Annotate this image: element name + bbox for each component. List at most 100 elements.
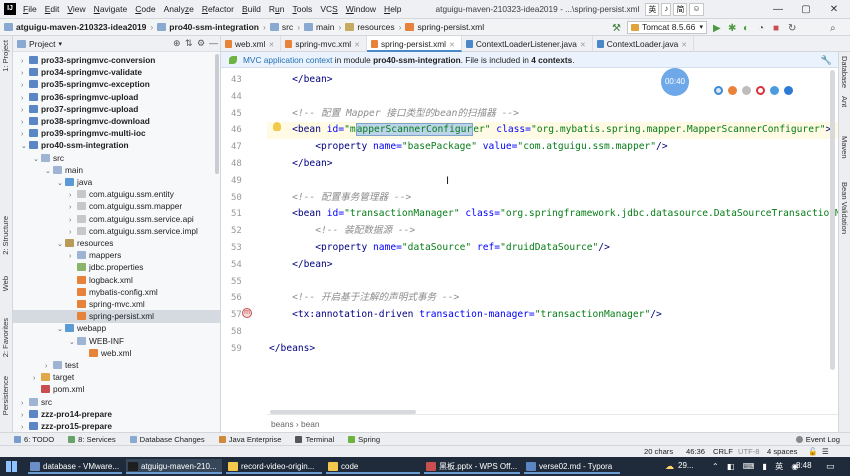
wrench-icon[interactable]: 🔧 [821, 52, 832, 68]
taskbar-item[interactable]: verse02.md - Typora [524, 459, 620, 474]
editor-tab[interactable]: spring-mvc.xml ✕ [281, 36, 367, 52]
locate-icon[interactable]: ⊕ [173, 38, 181, 49]
close-tab-icon[interactable]: ✕ [580, 42, 586, 49]
menu-item-edit[interactable]: Edit [41, 0, 64, 19]
close-button[interactable]: ✕ [820, 0, 848, 19]
right-tool-tab[interactable]: Database [840, 56, 849, 88]
code-line[interactable]: <bean id="mapperScannerConfigurer" class… [267, 122, 838, 140]
run-configuration-select[interactable]: Tomcat 8.5.66 ▾ [627, 21, 707, 34]
code-line[interactable] [267, 274, 269, 291]
firefox-icon[interactable] [728, 86, 737, 95]
code-line[interactable]: <property name="dataSource" ref="druidDa… [267, 240, 610, 257]
update-icon[interactable]: ↻ [788, 21, 796, 36]
tree-item[interactable]: web.xml [13, 347, 220, 360]
tree-item[interactable]: mybatis-config.xml [13, 286, 220, 299]
profile-icon[interactable]: ◔ [758, 21, 764, 36]
menu-item-build[interactable]: Build [238, 0, 265, 19]
tree-item[interactable]: › com.atguigu.ssm.entity [13, 188, 220, 201]
code-line[interactable]: <!-- 配置事务管理器 --> [267, 190, 411, 207]
code-line[interactable]: <!-- 开启基于注解的声明式事务 --> [267, 290, 459, 307]
chevron-right-icon[interactable]: › [21, 422, 29, 432]
status-encoding[interactable]: UTF-8 [738, 446, 760, 457]
code-editor[interactable]: </bean> <!-- 配置 Mapper 接口类型的bean的扫描器 --> <… [267, 68, 838, 414]
ime-button[interactable]: 简 [673, 2, 688, 16]
collapse-all-icon[interactable]: ⇅ [185, 38, 193, 49]
build-hammer-icon[interactable]: ⚒ [612, 21, 621, 36]
tree-item[interactable]: pom.xml [13, 383, 220, 396]
intention-bulb-icon[interactable] [273, 122, 281, 131]
project-view-select[interactable]: Project [29, 39, 55, 49]
git-icon[interactable]: ☰ [822, 446, 829, 457]
chrome-icon[interactable] [714, 86, 723, 95]
ime-button[interactable]: ♪ [661, 2, 672, 16]
minimize-button[interactable]: — [764, 0, 792, 19]
nav-crumb[interactable]: pro40-ssm-integration [157, 22, 259, 32]
close-tab-icon[interactable]: ✕ [268, 42, 274, 49]
code-line[interactable] [267, 173, 269, 190]
tree-scrollbar[interactable] [215, 54, 219, 174]
right-tool-tab[interactable]: Ant [840, 96, 849, 107]
left-tool-tab[interactable]: Persistence [1, 376, 10, 415]
code-line[interactable]: <property name="basePackage" value="com.… [267, 139, 667, 156]
taskbar-item[interactable]: 黑板.pptx - WPS Off... [424, 459, 520, 474]
tree-item[interactable]: ⌄ WEB-INF [13, 335, 220, 348]
tree-item[interactable]: ⌄ resources [13, 237, 220, 250]
search-everywhere-icon[interactable]: ⌕ [830, 21, 836, 36]
menu-item-code[interactable]: Code [131, 0, 159, 19]
safari-icon[interactable] [742, 86, 751, 95]
weather-text[interactable]: 29... [678, 461, 694, 470]
menu-item-refactor[interactable]: Refactor [198, 0, 238, 19]
tree-item[interactable]: › target [13, 371, 220, 384]
notification-icon[interactable]: ▭ [826, 461, 835, 472]
tool-tab[interactable]: 8: Services [68, 435, 116, 444]
code-line[interactable]: </bean> [267, 156, 332, 173]
chevron-down-icon[interactable]: ▾ [58, 40, 62, 48]
code-line[interactable]: <!-- 配置 Mapper 接口类型的bean的扫描器 --> [267, 106, 519, 123]
tool-tab[interactable]: Spring [348, 435, 380, 444]
tree-item[interactable]: jdbc.properties [13, 261, 220, 274]
tree-item[interactable]: › pro38-springmvc-download [13, 115, 220, 128]
close-tab-icon[interactable]: ✕ [354, 42, 360, 49]
mvc-context-link[interactable]: MVC application context [243, 55, 332, 65]
opera-icon[interactable] [756, 86, 765, 95]
status-indent[interactable]: 4 spaces [767, 446, 797, 457]
debug-icon[interactable]: ✱ [728, 21, 736, 36]
menu-item-run[interactable]: Run [265, 0, 289, 19]
tree-item[interactable]: ⌄ src [13, 152, 220, 165]
editor-tab[interactable]: web.xml ✕ [221, 36, 282, 52]
lock-icon[interactable]: 🔓 [808, 446, 817, 457]
nav-crumb[interactable]: spring-persist.xml [405, 22, 484, 32]
spring-bean-gutter-icon[interactable]: m [242, 308, 252, 318]
tree-item[interactable]: ⌄ webapp [13, 322, 220, 335]
code-line[interactable]: </bean> [267, 257, 332, 274]
code-line[interactable]: <!-- 装配数据源 --> [267, 223, 415, 240]
tree-item[interactable]: › mappers [13, 249, 220, 262]
code-line[interactable]: </beans> [267, 341, 315, 358]
hide-panel-icon[interactable]: — [209, 38, 218, 48]
event-log-button[interactable]: Event Log [795, 435, 840, 444]
tree-item[interactable]: › pro33-springmvc-conversion [13, 54, 220, 67]
tree-item[interactable]: › test [13, 359, 220, 372]
start-windows-icon[interactable] [6, 461, 17, 472]
left-tool-tab[interactable]: 1: Project [1, 40, 10, 72]
nav-crumb[interactable]: src [269, 22, 293, 32]
ie-icon[interactable] [770, 86, 779, 95]
tree-item[interactable]: › pro37-springmvc-upload [13, 103, 220, 116]
tree-item[interactable]: › com.atguigu.ssm.service.api [13, 213, 220, 226]
editor-tab[interactable]: ContextLoaderListener.java ✕ [462, 36, 593, 52]
code-line[interactable]: </bean> [267, 72, 332, 89]
code-line[interactable] [267, 89, 269, 106]
editor-tab[interactable]: spring-persist.xml ✕ [366, 36, 462, 52]
tree-item[interactable]: › zzz-pro14-prepare [13, 408, 220, 421]
tree-item[interactable]: › pro35-springmvc-exception [13, 78, 220, 91]
menu-item-analyze[interactable]: Analyze [160, 0, 198, 19]
close-tab-icon[interactable]: ✕ [449, 42, 455, 49]
tree-item[interactable]: › pro36-springmvc-upload [13, 91, 220, 104]
edge-icon[interactable] [784, 86, 793, 95]
ime-button[interactable]: ☺ [689, 2, 704, 16]
tray-icons[interactable]: ⌃ ◧ ⌨ ▮ 英 ◉ [712, 461, 801, 472]
menu-item-navigate[interactable]: Navigate [90, 0, 132, 19]
tool-tab[interactable]: Database Changes [129, 435, 205, 444]
menu-item-help[interactable]: Help [380, 0, 405, 19]
run-icon[interactable]: ▶ [713, 21, 721, 36]
